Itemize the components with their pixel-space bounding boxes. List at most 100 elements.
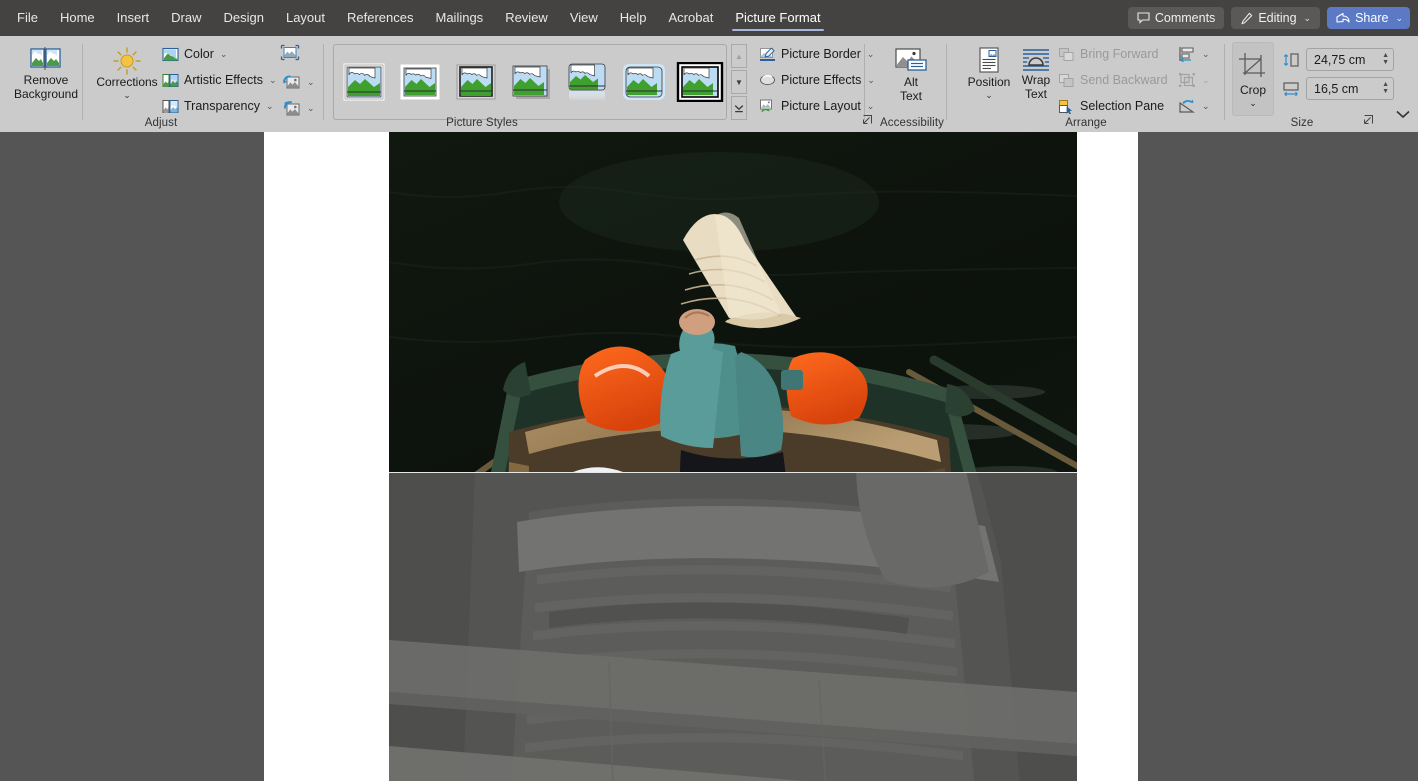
ribbon-group-arrange: Position ⌄ Wrap Text Bring Forward ⌄ Sen… [950, 36, 1222, 132]
picture-style-0[interactable] [340, 62, 388, 102]
change-picture-icon [282, 74, 301, 91]
document-page[interactable] [264, 132, 1138, 781]
corrections-button[interactable]: Corrections ⌄ [90, 42, 164, 102]
tab-view[interactable]: View [559, 2, 609, 34]
remove-background-label-2: Background [13, 86, 79, 101]
picture-visible-area[interactable] [389, 132, 1077, 473]
picture-layout-button[interactable]: Picture Layout ⌄ [755, 94, 878, 118]
tab-label: Help [619, 10, 647, 25]
chevron-down-icon: ⌄ [1202, 74, 1210, 85]
bring-forward-label: Bring Forward [1080, 47, 1159, 61]
comments-button[interactable]: Comments [1127, 7, 1225, 29]
shape-width-input[interactable]: 16,5 cm ▲ ▼ [1306, 77, 1394, 100]
gallery-scroll-down-button[interactable]: ▼ [731, 70, 747, 94]
tab-home[interactable]: Home [49, 2, 106, 34]
alt-text-button[interactable]: Alt Text [876, 42, 946, 105]
titlebar-actions: Comments Editing ⌄ Share ⌄ [1127, 7, 1418, 29]
title-tab-bar: File Home Insert Draw Design Layout Refe… [0, 0, 1418, 36]
collapse-ribbon-button[interactable] [1396, 110, 1410, 122]
transparency-button[interactable]: Transparency ⌄ [158, 94, 278, 118]
share-button[interactable]: Share ⌄ [1327, 7, 1410, 29]
share-label: Share [1355, 11, 1389, 25]
picture-style-4[interactable] [564, 62, 612, 102]
tab-draw[interactable]: Draw [160, 2, 212, 34]
tab-label: Acrobat [668, 10, 714, 25]
gallery-scroll-up-button[interactable]: ▲ [731, 44, 747, 68]
picture-effects-button[interactable]: Picture Effects ⌄ [755, 68, 879, 92]
selection-pane-icon [1058, 99, 1075, 114]
tab-file[interactable]: File [6, 2, 49, 34]
change-picture-button[interactable]: ⌄ [280, 70, 317, 94]
tab-layout[interactable]: Layout [275, 2, 336, 34]
tab-label: Layout [285, 10, 326, 25]
shape-height-stepper[interactable]: ▲ ▼ [1382, 52, 1389, 66]
artistic-effects-button[interactable]: Artistic Effects ⌄ [158, 68, 281, 92]
tab-design[interactable]: Design [213, 2, 275, 34]
tab-label: Design [223, 10, 264, 25]
ribbon-group-accessibility: Alt Text Accessibility [863, 36, 946, 132]
chevron-down-icon: ⌄ [268, 74, 277, 85]
ribbon-group-size: Crop ⌄ 24,75 cm ▲ ▼ 16,5 cm ▲ ▼ Size [1228, 36, 1394, 132]
remove-background-button[interactable]: Remove Background [6, 42, 86, 103]
editing-mode-button[interactable]: Editing ⌄ [1231, 7, 1321, 29]
bring-forward-button[interactable]: Bring Forward ⌄ [1054, 42, 1189, 66]
boat-photo-bottom-dimmed [389, 473, 1077, 781]
picture-border-button[interactable]: Picture Border ⌄ [755, 42, 878, 66]
tab-acrobat[interactable]: Acrobat [658, 2, 725, 34]
selected-picture[interactable] [389, 132, 1077, 781]
remove-background-icon [29, 46, 63, 74]
group-title-size: Size [1290, 117, 1314, 129]
remove-background-label-1: Remove [23, 73, 69, 87]
align-button[interactable]: ⌄ [1176, 42, 1212, 66]
gallery-more-button[interactable] [731, 96, 747, 120]
shape-width-field: 16,5 cm ▲ ▼ [1282, 77, 1394, 100]
chevron-down-icon: ⌄ [307, 102, 315, 113]
crop-icon [1237, 51, 1269, 81]
tab-label: Home [59, 10, 95, 25]
compress-pictures-button[interactable] [280, 44, 300, 61]
tab-label: Review [505, 10, 548, 25]
reset-picture-icon [282, 100, 301, 117]
tab-picture-format[interactable]: Picture Format [724, 2, 831, 34]
chevron-down-icon: ⌄ [1202, 100, 1210, 111]
crop-button[interactable]: Crop ⌄ [1232, 42, 1274, 116]
tab-references[interactable]: References [336, 2, 424, 34]
shape-width-stepper[interactable]: ▲ ▼ [1382, 81, 1389, 95]
accessibility-dialog-launcher-icon[interactable] [862, 114, 873, 128]
picture-style-5[interactable] [620, 62, 668, 102]
tab-insert[interactable]: Insert [106, 2, 161, 34]
rotate-button[interactable]: ⌄ [1176, 94, 1212, 118]
picture-effects-label: Picture Effects [781, 73, 862, 87]
brightness-sun-icon [110, 46, 144, 76]
picture-cropped-area[interactable] [389, 473, 1077, 781]
shape-width-value: 16,5 cm [1314, 81, 1359, 96]
picture-style-1[interactable] [396, 62, 444, 102]
position-icon [974, 46, 1004, 76]
picture-style-3[interactable] [508, 62, 556, 102]
group-title-picture-styles: Picture Styles [446, 117, 518, 129]
chevron-down-icon: ⌄ [1303, 12, 1312, 23]
ribbon: Remove Background Corrections ⌄ Color ⌄ … [0, 36, 1418, 133]
tab-help[interactable]: Help [609, 2, 658, 34]
size-dialog-launcher-icon[interactable] [1363, 114, 1374, 128]
document-canvas[interactable] [0, 132, 1418, 781]
tab-mailings[interactable]: Mailings [425, 2, 495, 34]
picture-style-6-selected[interactable] [676, 61, 724, 103]
send-backward-button[interactable]: Send Backward ⌄ [1054, 68, 1193, 92]
picture-style-2[interactable] [452, 62, 500, 102]
selection-pane-button[interactable]: Selection Pane [1054, 94, 1168, 118]
ribbon-tabs: File Home Insert Draw Design Layout Refe… [0, 0, 832, 36]
align-icon [1178, 46, 1196, 62]
corrections-label: Corrections [96, 75, 158, 89]
group-button[interactable]: ⌄ [1176, 68, 1212, 92]
tab-review[interactable]: Review [494, 2, 559, 34]
shape-height-input[interactable]: 24,75 cm ▲ ▼ [1306, 48, 1394, 71]
chevron-down-icon: ⌄ [265, 100, 274, 111]
chevron-down-icon: ⌄ [985, 89, 993, 100]
chevron-down-icon: ⌄ [307, 76, 315, 87]
tab-label: Picture Format [735, 10, 821, 25]
color-button[interactable]: Color ⌄ [158, 42, 231, 66]
shape-width-icon [1282, 81, 1300, 97]
color-picture-icon [162, 47, 179, 62]
picture-styles-gallery[interactable] [333, 44, 727, 120]
